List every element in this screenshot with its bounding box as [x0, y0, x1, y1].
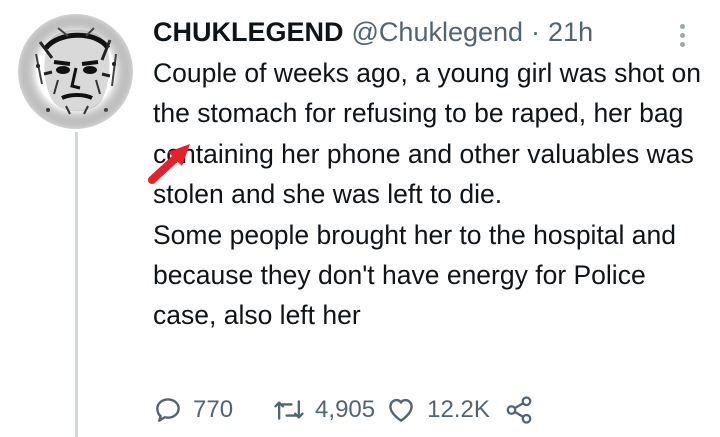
share-icon: [506, 396, 532, 424]
red-arrow-annotation-icon: [148, 144, 190, 184]
retweet-icon: [274, 400, 304, 420]
separator-dot: ·: [531, 16, 541, 47]
reply-count: 770: [193, 396, 234, 423]
reply-button[interactable]: 770: [153, 395, 233, 425]
sketched-face-portrait-icon: [18, 14, 133, 129]
retweet-button[interactable]: 4,905: [273, 395, 375, 425]
action-bar: 770 4,905 12.2K: [153, 390, 534, 430]
tweet: CHUKLEGEND @Chuklegend · 21h Couple of w…: [0, 0, 720, 437]
like-button[interactable]: 12.2K: [385, 395, 490, 425]
tweet-paragraph: Couple of weeks ago, a young girl was sh…: [153, 58, 701, 210]
tweet-header: CHUKLEGEND @Chuklegend · 21h: [153, 14, 593, 50]
display-name[interactable]: CHUKLEGEND: [153, 17, 344, 48]
thread-line: [75, 132, 78, 437]
share-button[interactable]: [504, 395, 534, 425]
heart-icon: [389, 398, 413, 422]
tweet-text: Couple of weeks ago, a young girl was sh…: [153, 53, 713, 336]
like-count: 12.2K: [427, 396, 490, 423]
retweet-count: 4,905: [315, 396, 376, 423]
tweet-paragraph: Some people brought her to the hospital …: [153, 219, 677, 331]
timestamp[interactable]: 21h: [548, 17, 593, 48]
more-options-icon[interactable]: [672, 18, 692, 52]
avatar[interactable]: [18, 14, 133, 129]
reply-icon: [156, 398, 180, 422]
handle[interactable]: @Chuklegend: [352, 17, 524, 48]
